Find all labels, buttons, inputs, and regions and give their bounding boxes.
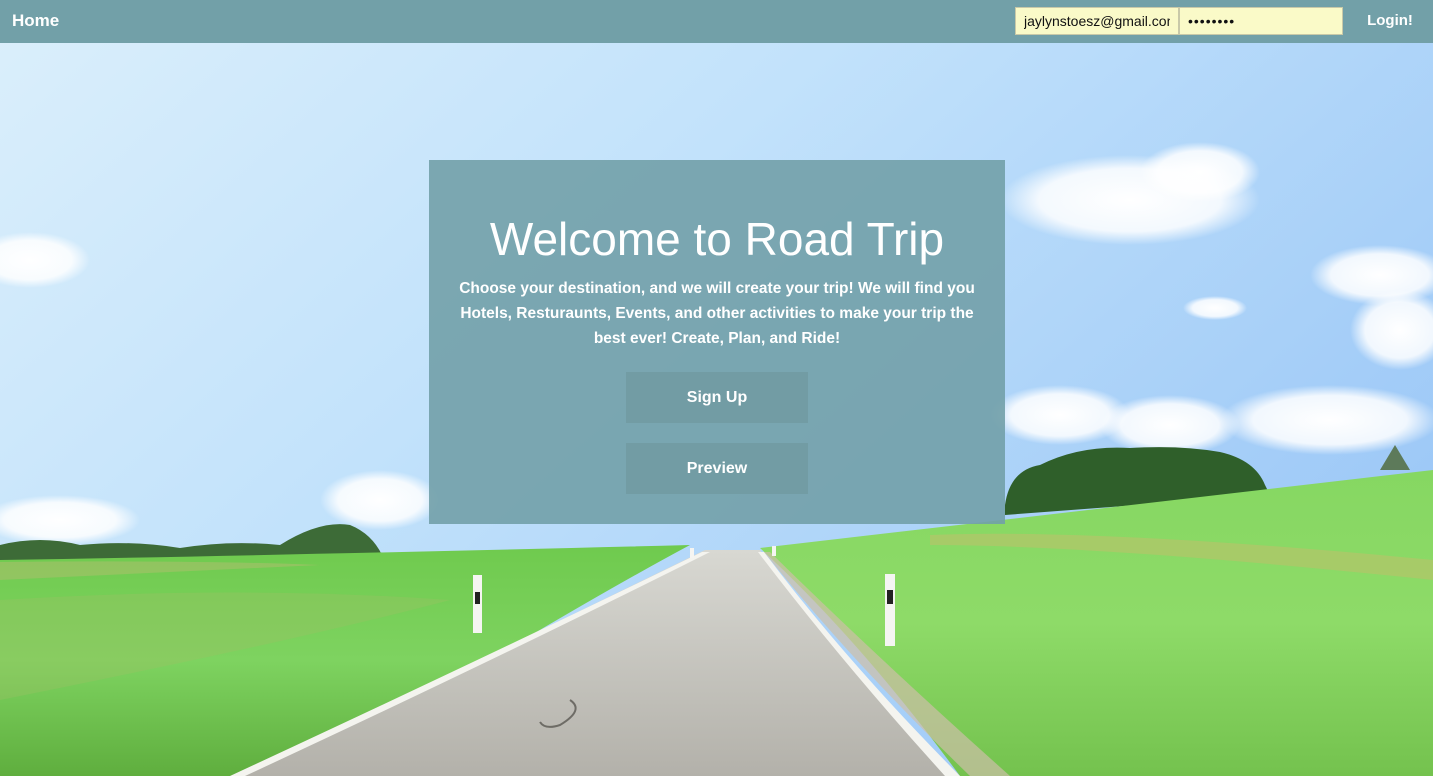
welcome-description: Choose your destination, and we will cre… xyxy=(459,280,975,347)
page-title: Welcome to Road Trip xyxy=(489,213,945,265)
password-input[interactable] xyxy=(1179,7,1343,35)
login-button[interactable]: Login! xyxy=(1360,12,1420,29)
top-navbar: Home Login! xyxy=(0,0,1433,43)
home-link[interactable]: Home xyxy=(12,11,59,31)
preview-button[interactable]: Preview xyxy=(626,443,808,494)
sign-up-button[interactable]: Sign Up xyxy=(626,372,808,423)
welcome-card: Welcome to Road Trip Choose your destina… xyxy=(429,160,1005,524)
email-input[interactable] xyxy=(1015,7,1179,35)
page: Home Login! Welcome to Road Trip Choose … xyxy=(0,0,1433,776)
